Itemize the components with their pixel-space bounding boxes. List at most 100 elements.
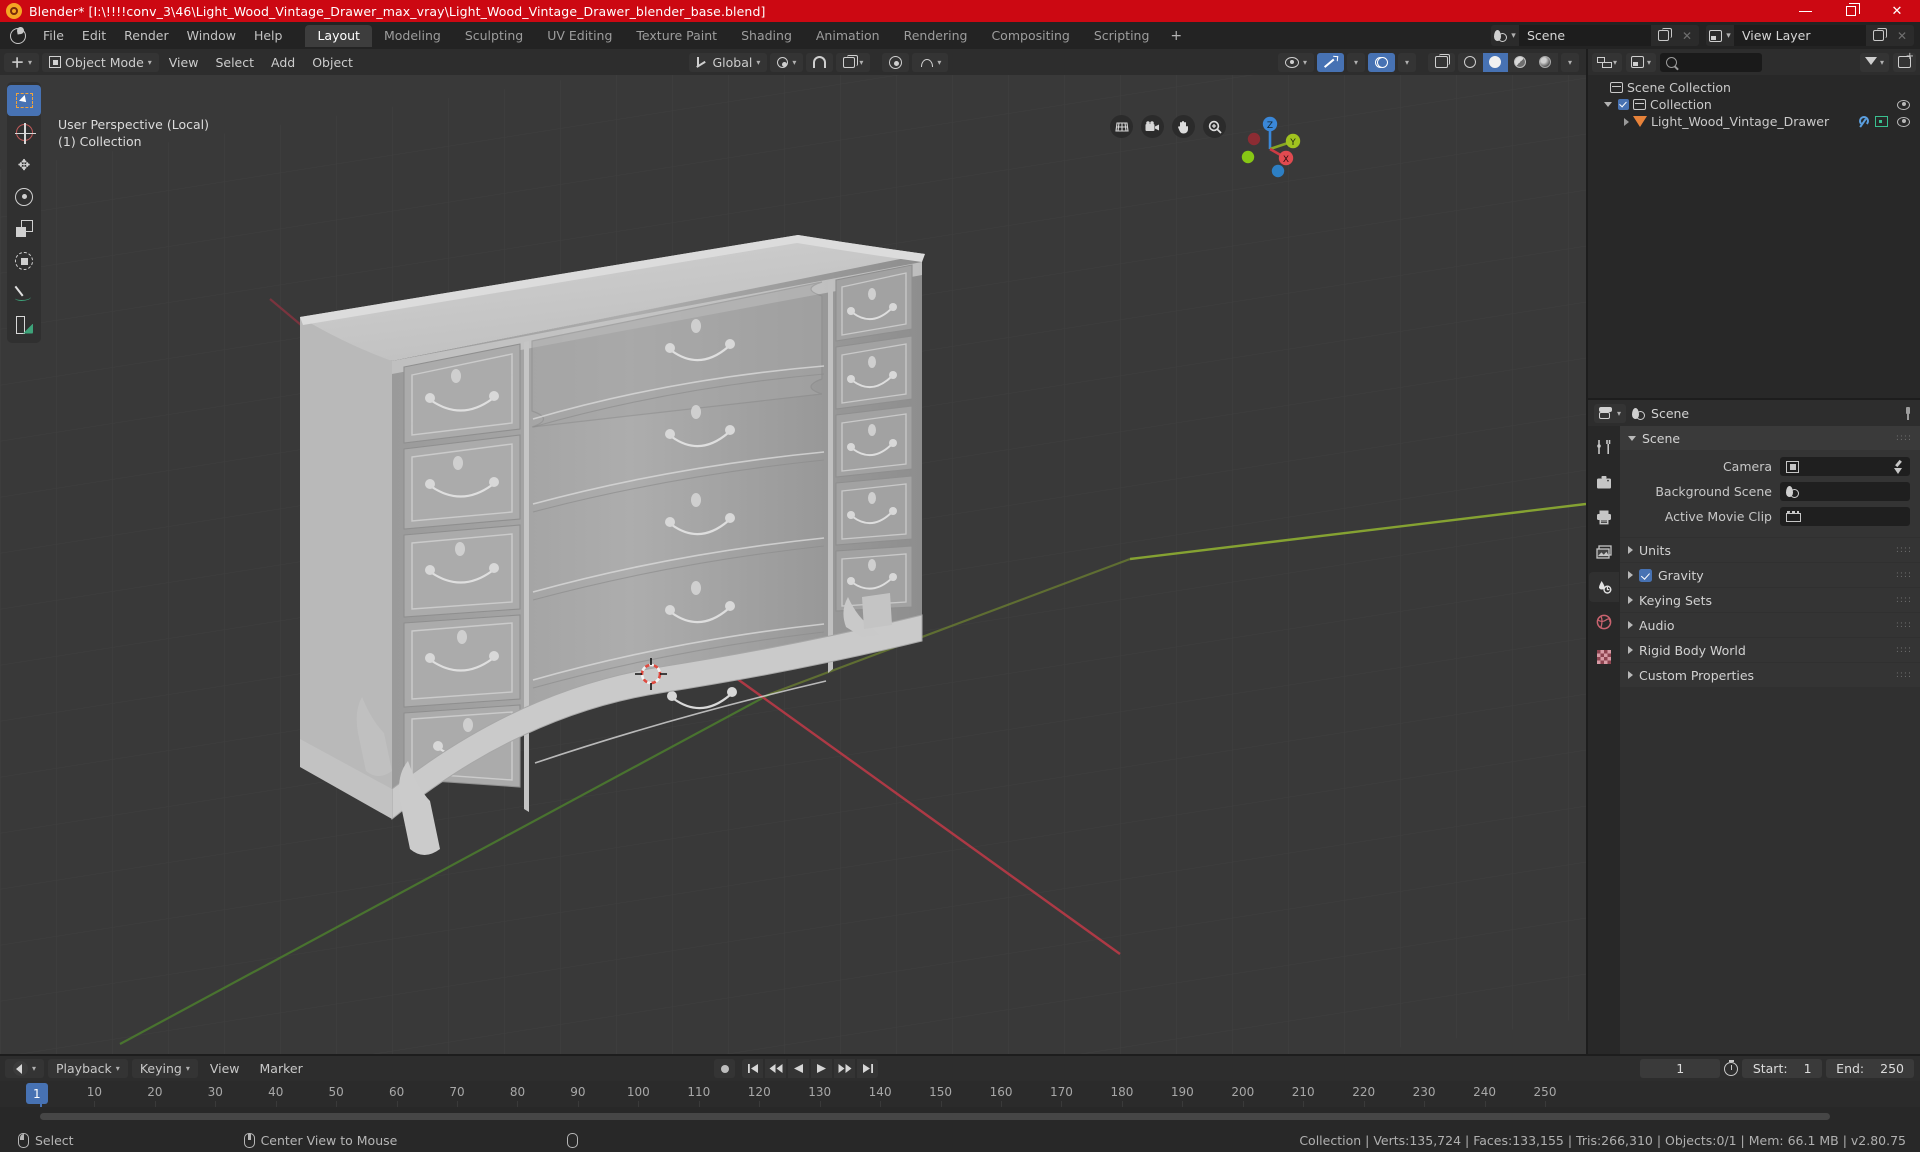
outliner-search-input[interactable] (1660, 52, 1763, 72)
timeline-ruler[interactable]: 10 20 30 40 50 60 70 80 90 100 110 120 130 140 150 160 1… (0, 1081, 1920, 1152)
outliner-row-object[interactable]: Light_Wood_Vintage_Drawer (1588, 113, 1920, 130)
proportional-editing-toggle[interactable] (882, 52, 910, 72)
properties-editor[interactable]: ▾ Scene Scene:::: Camera Background Sce… (1588, 400, 1920, 1054)
tool-transform[interactable] (7, 245, 41, 276)
transform-orientation-dropdown[interactable]: Global ▾ (689, 52, 768, 72)
mesh-data-icon[interactable] (1874, 116, 1888, 127)
tab-tool[interactable] (1589, 432, 1619, 462)
active-movie-clip-field[interactable] (1780, 507, 1910, 526)
outliner-display-mode-dropdown[interactable]: ▾ (1626, 52, 1657, 72)
new-collection-button[interactable] (1893, 51, 1917, 72)
chevron-right-icon[interactable] (1628, 546, 1633, 554)
properties-editor-type-button[interactable]: ▾ (1594, 403, 1627, 423)
tab-uv-editing[interactable]: UV Editing (535, 25, 624, 47)
add-workspace-button[interactable]: + (1161, 24, 1191, 48)
jump-to-prev-keyframe-button[interactable] (765, 1059, 786, 1078)
proportional-falloff-dropdown[interactable]: ▾ (912, 52, 949, 72)
eyedropper-icon[interactable] (1892, 460, 1904, 474)
keying-menu[interactable]: Keying ▾ (131, 1059, 198, 1078)
snap-target-dropdown[interactable]: ▾ (836, 52, 871, 72)
navigation-axis-gizmo[interactable]: Z Y X (1234, 111, 1306, 183)
new-viewlayer-button[interactable] (1866, 25, 1890, 46)
jump-to-next-keyframe-button[interactable] (834, 1059, 855, 1078)
tab-scripting[interactable]: Scripting (1082, 25, 1162, 47)
viewport-canvas[interactable] (0, 49, 1586, 1054)
chevron-down-icon[interactable] (1628, 435, 1636, 441)
tab-output[interactable] (1589, 502, 1619, 532)
remove-viewlayer-button[interactable]: ✕ (1890, 25, 1914, 46)
chevron-right-icon[interactable] (1628, 571, 1633, 579)
tool-scale[interactable] (7, 213, 41, 244)
outliner-editor[interactable]: ▾ ▾ ▾ Scene Collection Collection (1588, 49, 1920, 398)
tab-compositing[interactable]: Compositing (979, 25, 1081, 47)
hide-in-viewport-icon[interactable] (1897, 116, 1910, 127)
outliner-filter-button[interactable]: ▾ (1860, 52, 1890, 72)
tab-render[interactable] (1589, 467, 1619, 497)
tab-texture[interactable] (1589, 642, 1619, 672)
close-button[interactable]: ✕ (1874, 0, 1920, 22)
camera-view-icon[interactable] (1141, 115, 1164, 138)
chevron-right-icon[interactable] (1628, 671, 1633, 679)
jump-to-end-button[interactable] (857, 1059, 878, 1078)
menu-window[interactable]: Window (178, 24, 245, 47)
expand-triangle-icon[interactable] (1604, 102, 1612, 107)
remove-scene-button[interactable]: ✕ (1675, 25, 1699, 46)
pan-hand-icon[interactable] (1172, 115, 1195, 138)
scene-selector[interactable]: ▾ Scene ✕ (1491, 25, 1699, 46)
outliner-row-collection[interactable]: Collection (1588, 96, 1920, 113)
menu-help[interactable]: Help (245, 24, 292, 47)
scene-icon[interactable]: ▾ (1491, 25, 1519, 46)
menu-render[interactable]: Render (115, 24, 178, 47)
shading-solid-button[interactable] (1482, 52, 1508, 72)
tool-select-box[interactable] (7, 85, 41, 116)
child-triangle-icon[interactable] (1624, 117, 1629, 126)
chevron-right-icon[interactable] (1628, 621, 1633, 629)
panel-header-custom-properties[interactable]: Custom Properties :::: (1620, 663, 1920, 687)
viewport-menu-add[interactable]: Add (264, 53, 302, 72)
timeline-menu-marker[interactable]: Marker (252, 1059, 311, 1078)
modifier-icon[interactable] (1858, 115, 1870, 128)
minimize-button[interactable] (1782, 0, 1828, 22)
toggle-orthographic-icon[interactable] (1110, 115, 1133, 138)
tab-texture-paint[interactable]: Texture Paint (624, 25, 729, 47)
show-gizmo-button[interactable] (1316, 52, 1344, 72)
jump-to-start-button[interactable] (742, 1059, 763, 1078)
shading-wireframe-button[interactable] (1457, 52, 1483, 72)
shading-rendered-button[interactable] (1532, 52, 1558, 72)
tool-measure[interactable] (7, 309, 41, 340)
toggle-xray-button[interactable] (1427, 52, 1455, 72)
current-frame-field[interactable]: 1 (1640, 1059, 1721, 1078)
show-overlays-button[interactable] (1367, 52, 1395, 72)
camera-field[interactable] (1780, 457, 1910, 476)
menu-file[interactable]: File (34, 24, 73, 47)
timeline-editor[interactable]: ▾ Playback ▾ Keying ▾ View Marker 1 Star… (0, 1056, 1920, 1152)
collection-checkbox[interactable] (1618, 99, 1629, 110)
use-preview-range-icon[interactable] (1724, 1059, 1739, 1076)
viewport-menu-view[interactable]: View (162, 53, 206, 72)
menu-edit[interactable]: Edit (73, 24, 115, 47)
panel-header-units[interactable]: Units :::: (1620, 538, 1920, 562)
pin-id-icon[interactable] (1902, 406, 1914, 420)
chevron-right-icon[interactable] (1628, 596, 1633, 604)
tab-scene[interactable] (1589, 572, 1619, 602)
new-scene-button[interactable] (1651, 25, 1675, 46)
chevron-right-icon[interactable] (1628, 646, 1633, 654)
tool-move[interactable]: ✥ (7, 149, 41, 180)
outliner-row-scene-collection[interactable]: Scene Collection (1588, 79, 1920, 96)
playback-menu[interactable]: Playback ▾ (48, 1059, 128, 1078)
timeline-body[interactable] (0, 1107, 1920, 1128)
tool-cursor[interactable] (7, 117, 41, 148)
timeline-horizontal-scrollbar[interactable] (40, 1113, 1830, 1120)
object-mode-dropdown[interactable]: Object Mode ▾ (42, 52, 159, 72)
play-button[interactable] (811, 1059, 832, 1078)
zoom-icon[interactable] (1203, 115, 1226, 138)
panel-header-scene[interactable]: Scene :::: (1620, 426, 1920, 450)
panel-header-keying-sets[interactable]: Keying Sets :::: (1620, 588, 1920, 612)
start-frame-field[interactable]: Start: 1 (1742, 1059, 1823, 1078)
pivot-point-dropdown[interactable]: ▾ (770, 52, 804, 72)
timeline-playhead[interactable]: 1 (26, 1083, 48, 1104)
viewlayer-name-field[interactable]: View Layer (1734, 25, 1866, 46)
viewport-menu-object[interactable]: Object (305, 53, 360, 72)
panel-header-gravity[interactable]: Gravity :::: (1620, 563, 1920, 587)
tab-sculpting[interactable]: Sculpting (453, 25, 535, 47)
